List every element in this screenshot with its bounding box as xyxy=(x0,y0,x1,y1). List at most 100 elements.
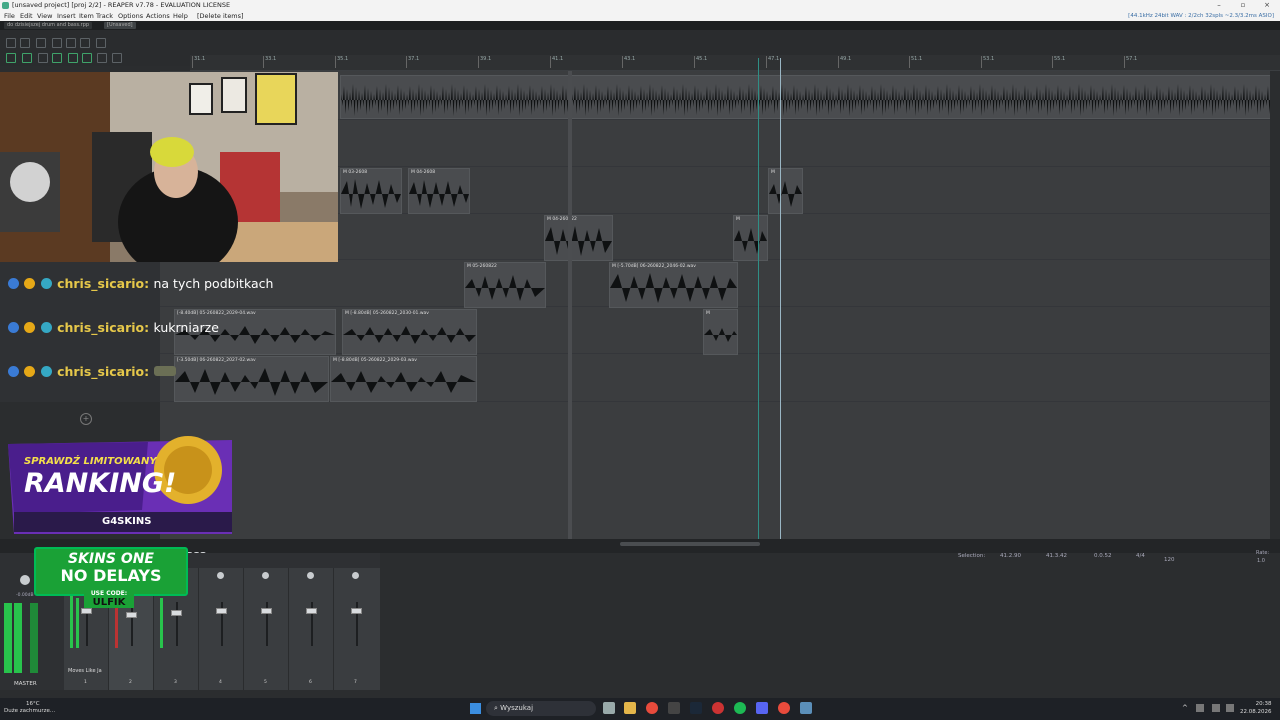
pan-knob[interactable] xyxy=(307,572,314,579)
moderator-badge-icon xyxy=(8,278,19,289)
track-number: 7 xyxy=(354,680,357,685)
metronome-icon[interactable] xyxy=(96,38,106,48)
pan-knob[interactable] xyxy=(217,572,224,579)
discord-icon[interactable] xyxy=(756,702,768,714)
mixer-strip-5[interactable]: 5 xyxy=(244,568,289,690)
volume-icon[interactable] xyxy=(1226,704,1234,712)
media-item[interactable]: [-3.50dB] 06-260822_2027-02.wav xyxy=(174,356,329,402)
taskbar-search[interactable]: ⌕ Wyszukaj xyxy=(486,701,596,716)
selection-length[interactable]: 0.0.52 xyxy=(1094,553,1112,559)
save-project-icon[interactable] xyxy=(36,38,46,48)
windows-taskbar xyxy=(0,698,1280,720)
network-icon[interactable] xyxy=(1212,704,1220,712)
mixer-strip-7[interactable]: 7 xyxy=(334,568,378,690)
selection-start[interactable]: 41.2.90 xyxy=(1000,553,1021,559)
media-item[interactable]: M 04-260822 xyxy=(544,215,613,261)
obs-icon[interactable] xyxy=(712,702,724,714)
menu-item[interactable]: Item xyxy=(79,11,94,21)
volume-fader[interactable] xyxy=(261,608,272,614)
pan-knob[interactable] xyxy=(352,572,359,579)
track-number: 5 xyxy=(264,680,267,685)
windows-start-icon[interactable] xyxy=(470,703,481,714)
taskbar-clock[interactable]: 20:38 22.08.2026 xyxy=(1240,700,1272,716)
menu-view[interactable]: View xyxy=(37,11,52,21)
volume-fader[interactable] xyxy=(81,608,92,614)
add-track-icon[interactable]: + xyxy=(80,413,92,425)
master-pan-knob[interactable] xyxy=(20,575,30,585)
close-button[interactable]: × xyxy=(1256,0,1278,11)
item-grouping-icon[interactable] xyxy=(52,53,62,63)
horizontal-scrollbar[interactable] xyxy=(620,542,760,546)
new-project-icon[interactable] xyxy=(6,38,16,48)
ruler-mark: 31.1 xyxy=(192,56,205,68)
weather-widget[interactable]: 16°C Duże zachmurze... xyxy=(4,701,55,715)
loop-icon[interactable] xyxy=(82,53,92,63)
spotify-icon[interactable] xyxy=(734,702,746,714)
grid-toggle-icon[interactable] xyxy=(6,53,16,63)
media-item[interactable]: M 05-260822 xyxy=(464,262,546,308)
reaper-taskbar-icon[interactable] xyxy=(800,702,812,714)
pan-knob[interactable] xyxy=(262,572,269,579)
tray-icon[interactable] xyxy=(1196,704,1204,712)
steam-icon[interactable] xyxy=(690,702,702,714)
menu-edit[interactable]: Edit xyxy=(20,11,33,21)
app-icon[interactable] xyxy=(668,702,680,714)
media-item[interactable]: M [-8.80dB] 05-260822_2029-03.wav xyxy=(330,356,477,402)
waveform xyxy=(704,328,737,342)
volume-fader[interactable] xyxy=(216,608,227,614)
lock-icon[interactable] xyxy=(97,53,107,63)
file-explorer-icon[interactable] xyxy=(624,702,636,714)
menu-options[interactable]: Options xyxy=(118,11,143,21)
mixer-strip-4[interactable]: 4 xyxy=(199,568,244,690)
open-project-icon[interactable] xyxy=(20,38,30,48)
ruler-mark: 43.1 xyxy=(622,56,635,68)
media-item-long[interactable] xyxy=(340,75,1272,119)
menu-actions[interactable]: Actions xyxy=(146,11,170,21)
tab-project-1[interactable]: do dzisiejszej drum and bass.rpp xyxy=(4,22,93,29)
window-title-bar: [unsaved project] [proj 2/2] - REAPER v7… xyxy=(0,0,1280,11)
bpm-field[interactable]: 120 xyxy=(1164,557,1175,563)
menu-file[interactable]: File xyxy=(4,11,15,21)
minimize-button[interactable]: – xyxy=(1208,0,1230,11)
volume-fader[interactable] xyxy=(306,608,317,614)
time-signature[interactable]: 4/4 xyxy=(1136,553,1145,559)
timeline-ruler[interactable]: 31.1 33.1 35.1 37.1 39.1 41.1 43.1 45.1 … xyxy=(190,55,1280,71)
project-settings-icon[interactable] xyxy=(52,38,62,48)
webcam-image xyxy=(0,72,338,262)
weather-temp: 16°C xyxy=(26,701,40,707)
media-item[interactable]: M xyxy=(703,309,738,355)
tray-chevron-icon[interactable]: ^ xyxy=(1182,704,1188,712)
waveform xyxy=(734,228,767,254)
media-item[interactable]: M 03-2608 xyxy=(340,168,402,214)
media-item[interactable]: M [-5.70dB] 06-260822_2046-02.wav xyxy=(609,262,738,308)
reaper-logo-icon xyxy=(2,2,9,9)
media-item[interactable]: M xyxy=(768,168,803,214)
media-item[interactable]: M [-8.80dB] 05-260822_2030-01.wav xyxy=(342,309,477,355)
auto-crossfade-icon[interactable] xyxy=(68,53,78,63)
rate-value[interactable]: 1.0 xyxy=(1257,558,1265,564)
undo-icon[interactable] xyxy=(66,38,76,48)
menu-insert[interactable]: Insert xyxy=(57,11,76,21)
redo-icon[interactable] xyxy=(80,38,90,48)
chrome-icon[interactable] xyxy=(646,702,658,714)
ripple-edit-icon[interactable] xyxy=(38,53,48,63)
vertical-scrollbar[interactable] xyxy=(1270,71,1280,539)
track-number: 3 xyxy=(174,680,177,685)
volume-fader[interactable] xyxy=(171,610,182,616)
time-selection[interactable] xyxy=(568,71,572,539)
mixer-strip-6[interactable]: 6 xyxy=(289,568,334,690)
maximize-button[interactable]: ▫ xyxy=(1232,0,1254,11)
task-view-icon[interactable] xyxy=(603,702,615,714)
volume-fader[interactable] xyxy=(126,612,137,618)
snap-toggle-icon[interactable] xyxy=(22,53,32,63)
clock-time: 20:38 xyxy=(1255,701,1272,707)
menu-track[interactable]: Track xyxy=(96,11,113,21)
tab-project-2[interactable]: [Unsaved] xyxy=(104,22,136,29)
menu-help[interactable]: Help xyxy=(173,11,188,21)
media-item[interactable]: M xyxy=(733,215,768,261)
chrome-icon-2[interactable] xyxy=(778,702,790,714)
media-item[interactable]: M 04-2608 xyxy=(408,168,470,214)
selection-end[interactable]: 41.3.42 xyxy=(1046,553,1067,559)
envelope-tool-icon[interactable] xyxy=(112,53,122,63)
volume-fader[interactable] xyxy=(351,608,362,614)
